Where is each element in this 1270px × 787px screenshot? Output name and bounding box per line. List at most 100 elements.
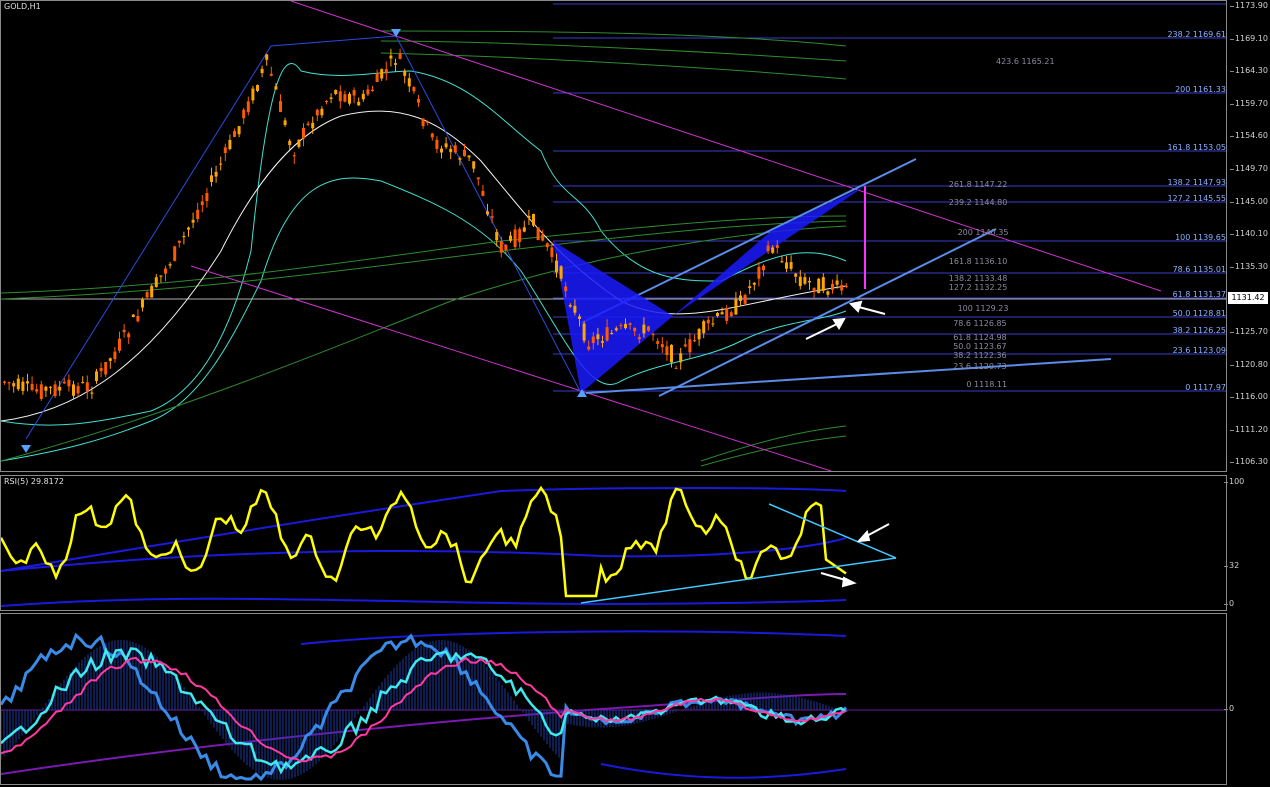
- candle-body: [407, 78, 411, 87]
- candle-body: [564, 286, 568, 292]
- channel-upper: [290, 1, 1162, 292]
- candle-body: [780, 261, 784, 263]
- fib-label: 61.8 1131.37: [1172, 290, 1226, 299]
- candle-body: [35, 389, 39, 392]
- oscillator-pane[interactable]: [0, 613, 1227, 785]
- candle-body: [449, 148, 453, 153]
- candle-body: [375, 73, 379, 82]
- candle-body: [173, 246, 177, 261]
- chart-title: GOLD,H1: [4, 2, 41, 11]
- candle-body: [716, 312, 719, 317]
- candle-body: [49, 386, 52, 388]
- candle-body: [85, 382, 89, 392]
- price-axis[interactable]: 1173.90 1169.10 1164.30 1159.70 1154.60 1149.…: [1227, 0, 1270, 472]
- candle-body: [361, 93, 365, 100]
- candle-body: [651, 334, 655, 336]
- fib-label: 38.2 1122.36: [953, 351, 1007, 360]
- axis-tick: 32: [1223, 561, 1240, 570]
- axis-tick: 1154.60: [1229, 131, 1268, 141]
- candle-body: [352, 90, 356, 96]
- candle-body: [343, 94, 347, 102]
- candle-body: [808, 280, 811, 283]
- candle-body: [53, 384, 57, 397]
- candle-body: [624, 323, 627, 329]
- candle-body: [81, 382, 85, 384]
- candle-body: [191, 219, 195, 223]
- candle-body: [279, 101, 282, 112]
- axis-tick: 1149.70: [1229, 164, 1268, 173]
- candle-body: [472, 161, 476, 169]
- fib-label: 78.6 1126.85: [953, 319, 1007, 328]
- price-chart-pane[interactable]: GOLD,H1 238.2 1169.61 200 1161.33 161.8 11…: [0, 0, 1227, 472]
- oscillator-axis[interactable]: 0: [1223, 613, 1270, 785]
- candle-body: [187, 227, 190, 230]
- candle-body: [329, 97, 333, 99]
- candle-body: [228, 139, 232, 150]
- axis-tick: 0: [1223, 704, 1235, 713]
- candle-body: [30, 384, 34, 390]
- candle-body: [578, 316, 581, 319]
- fib-label: 100 1129.23: [957, 304, 1009, 313]
- fib-label: 78.6 1135.01: [1172, 265, 1226, 274]
- rsi-band-lower: [1, 597, 847, 607]
- candle-body: [127, 333, 131, 338]
- rsi-pane[interactable]: RSI(5) 29.8172: [0, 475, 1227, 611]
- candle-body: [67, 379, 71, 387]
- candle-body: [182, 235, 186, 238]
- candle-body: [545, 243, 549, 248]
- candle-body: [288, 140, 292, 146]
- candle-body: [118, 338, 121, 351]
- candle-body: [670, 344, 673, 363]
- candle-body: [315, 109, 319, 116]
- candle-body: [21, 381, 25, 391]
- fib-label: 0 1117.97: [1185, 383, 1226, 392]
- current-price-badge: 1131.42: [1228, 292, 1268, 304]
- candle-body: [292, 155, 296, 157]
- candle-body: [256, 85, 259, 91]
- candle-body: [380, 69, 384, 79]
- candle-body: [614, 328, 618, 331]
- candle-body: [39, 384, 43, 400]
- candle-body: [844, 285, 848, 287]
- candle-body: [697, 328, 701, 340]
- fib-label: 138.2 1147.93: [1167, 178, 1226, 187]
- axis-tick: 1135.30: [1229, 261, 1268, 271]
- candle-body: [817, 278, 821, 294]
- candle-body: [430, 133, 434, 138]
- candle-body: [541, 234, 545, 241]
- candle-body: [812, 287, 816, 292]
- axis-tick: 100: [1223, 477, 1245, 486]
- candle-body: [481, 190, 485, 196]
- fib-label: 127.2 1132.25: [948, 283, 1008, 292]
- candle-body: [131, 314, 135, 318]
- axis-tick: 1169.10: [1229, 33, 1268, 43]
- candle-body: [771, 247, 775, 253]
- rsi-axis[interactable]: 100 32 0: [1223, 475, 1270, 611]
- candle-body: [108, 358, 112, 361]
- candle-body: [826, 291, 830, 295]
- candle-body: [495, 232, 499, 241]
- candle-body: [95, 371, 98, 381]
- candle-body: [532, 213, 535, 226]
- candle-body: [283, 120, 287, 126]
- candle-body: [729, 312, 733, 317]
- fib-label: 61.8 1124.98: [953, 333, 1007, 342]
- candle-body: [504, 244, 508, 250]
- candle-body: [513, 229, 517, 248]
- candle-body: [752, 282, 756, 285]
- candle-body: [674, 367, 678, 369]
- candle-body: [320, 108, 324, 116]
- candle-body: [766, 245, 770, 252]
- candle-body: [122, 329, 126, 333]
- candle-body: [559, 266, 563, 279]
- candle-body: [435, 139, 439, 149]
- rsi-band-upper: [1, 486, 847, 572]
- candle-body: [251, 88, 255, 101]
- candle-body: [338, 91, 342, 102]
- candle-body: [205, 193, 209, 202]
- candle-body: [177, 240, 181, 243]
- candle-body: [311, 122, 315, 129]
- axis-tick: 1106.30: [1229, 457, 1268, 467]
- oscillator-canvas: [1, 630, 1226, 782]
- fib-label: 161.8 1136.10: [948, 257, 1008, 266]
